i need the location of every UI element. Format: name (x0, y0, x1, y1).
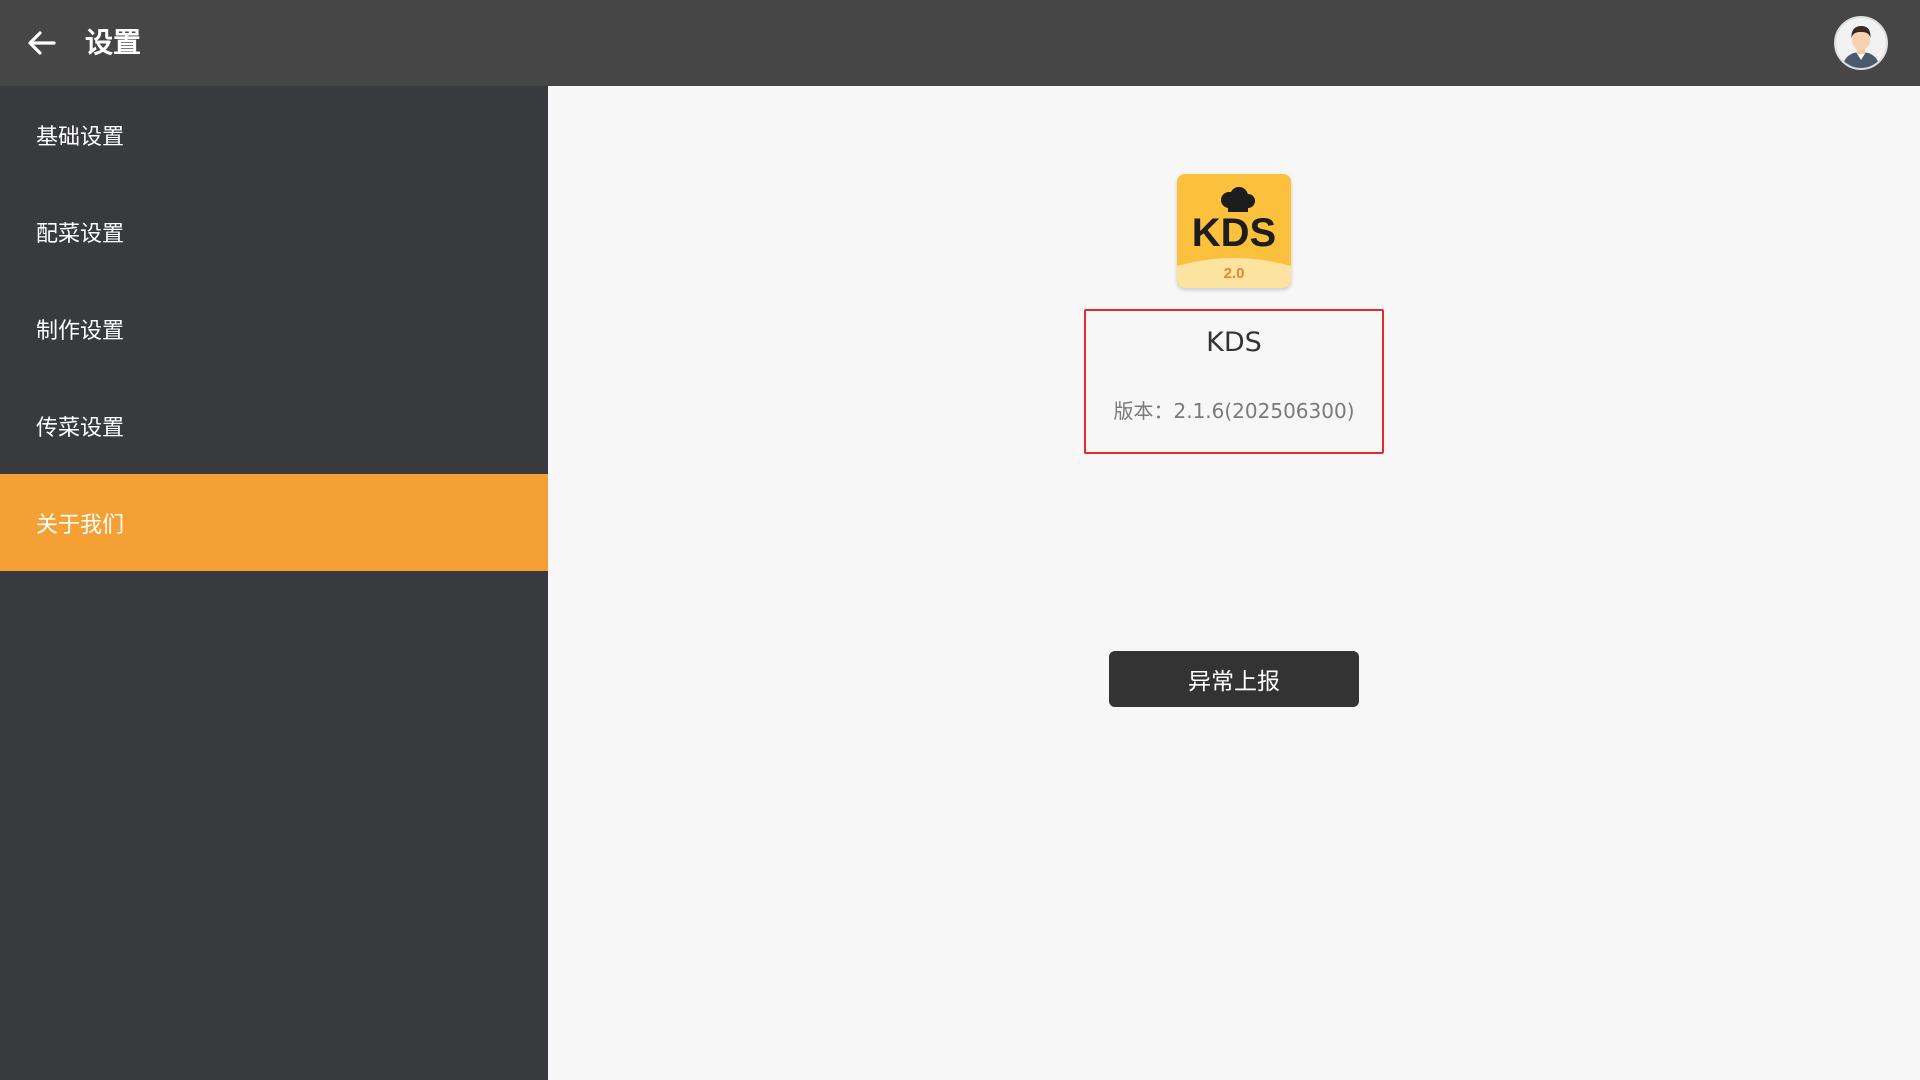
settings-sidebar: 基础设置 配菜设置 制作设置 传菜设置 关于我们 (0, 86, 548, 1080)
kds-app-logo: KDS 2.0 (1177, 174, 1291, 288)
arrow-left-icon (28, 31, 56, 55)
sidebar-item-serving-settings[interactable]: 传菜设置 (0, 377, 548, 474)
top-bar: 设置 (0, 0, 1920, 86)
sidebar-item-production-settings[interactable]: 制作设置 (0, 280, 548, 377)
sidebar-item-side-dish-settings[interactable]: 配菜设置 (0, 183, 548, 280)
logo-text: KDS (1192, 211, 1276, 255)
sidebar-item-about-us[interactable]: 关于我们 (0, 474, 548, 571)
about-panel: KDS 2.0 KDS 版本：2.1.6(202506300) 异常上报 (548, 86, 1920, 1080)
app-name: KDS (1206, 327, 1262, 358)
app-version: 版本：2.1.6(202506300) (1113, 399, 1355, 423)
back-button[interactable] (22, 23, 62, 63)
app-info-highlight: KDS 版本：2.1.6(202506300) (1084, 309, 1384, 454)
page-title: 设置 (85, 26, 142, 59)
logo-version: 2.0 (1224, 265, 1245, 282)
user-avatar-icon[interactable] (1834, 16, 1888, 70)
sidebar-item-basic-settings[interactable]: 基础设置 (0, 86, 548, 183)
exception-report-button[interactable]: 异常上报 (1109, 651, 1359, 707)
